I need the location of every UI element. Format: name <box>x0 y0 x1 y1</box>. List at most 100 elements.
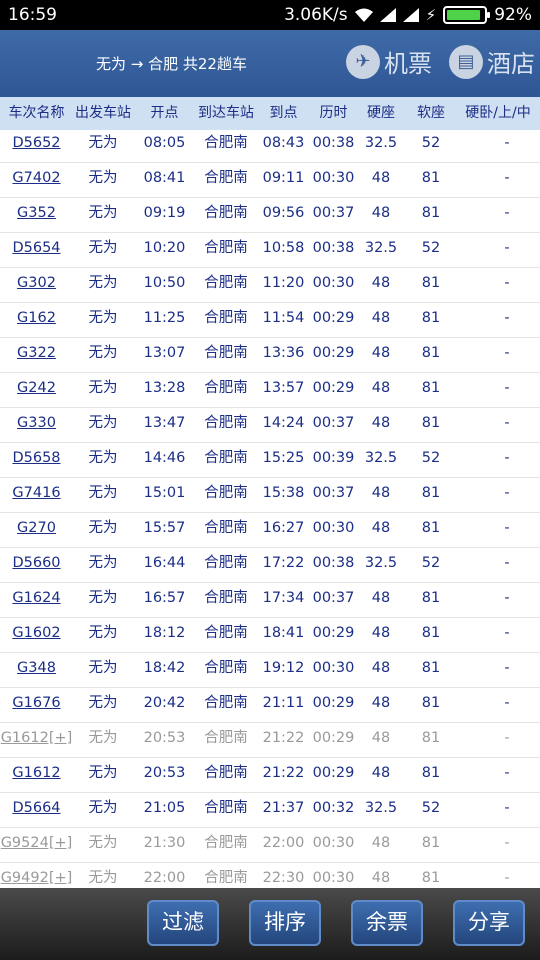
table-row[interactable]: D5654 无为 10:20 合肥南 10:58 00:38 32.5 52 - <box>0 233 540 268</box>
col-train[interactable]: 车次名称 <box>0 97 73 130</box>
cell-hard-sleeper: - <box>504 800 510 816</box>
cell-arr: 21:22 <box>262 765 305 781</box>
cell-dep: 13:07 <box>143 345 186 361</box>
cell-train[interactable]: G162 <box>0 303 73 337</box>
cell-train[interactable]: G302 <box>0 268 73 302</box>
cell-soft-seat: 81 <box>421 765 441 781</box>
col-to[interactable]: 到达车站 <box>196 97 256 130</box>
cell-train[interactable]: G1676 <box>0 688 73 722</box>
col-arr[interactable]: 到点 <box>256 97 311 130</box>
cell-train[interactable]: D5658 <box>0 443 73 477</box>
cell-train[interactable]: G330 <box>0 408 73 442</box>
table-row[interactable]: G1676 无为 20:42 合肥南 21:11 00:29 48 81 - <box>0 688 540 723</box>
cell-to: 合肥南 <box>204 135 248 151</box>
cell-hard-sleeper: - <box>504 730 510 746</box>
hotel-button[interactable]: ▤ 酒店 <box>449 44 535 79</box>
cell-dur: 00:37 <box>312 485 355 501</box>
table-row[interactable]: D5664 无为 21:05 合肥南 21:37 00:32 32.5 52 - <box>0 793 540 828</box>
cell-dep: 09:19 <box>143 205 186 221</box>
table-row[interactable]: G348 无为 18:42 合肥南 19:12 00:30 48 81 - <box>0 653 540 688</box>
col-dur[interactable]: 历时 <box>311 97 356 130</box>
cell-train[interactable]: G1612 <box>0 758 73 792</box>
share-button[interactable]: 分享 <box>453 900 525 946</box>
cell-to: 合肥南 <box>204 240 248 256</box>
table-row[interactable]: G1602 无为 18:12 合肥南 18:41 00:29 48 81 - <box>0 618 540 653</box>
table-row[interactable]: G7416 无为 15:01 合肥南 15:38 00:37 48 81 - <box>0 478 540 513</box>
col-soft-seat[interactable]: 软座 <box>406 97 456 130</box>
cell-arr: 11:20 <box>262 275 305 291</box>
cell-arr: 15:25 <box>262 450 305 466</box>
cell-hard-sleeper: - <box>504 310 510 326</box>
table-row[interactable]: D5658 无为 14:46 合肥南 15:25 00:39 32.5 52 - <box>0 443 540 478</box>
table-row[interactable]: G162 无为 11:25 合肥南 11:54 00:29 48 81 - <box>0 303 540 338</box>
sort-button[interactable]: 排序 <box>249 900 321 946</box>
table-row[interactable]: G7402 无为 08:41 合肥南 09:11 00:30 48 81 - <box>0 163 540 198</box>
cell-dur: 00:38 <box>312 135 355 151</box>
col-from[interactable]: 出发车站 <box>73 97 133 130</box>
cell-train[interactable]: D5664 <box>0 793 73 827</box>
cell-train[interactable]: G270 <box>0 513 73 547</box>
col-dep[interactable]: 开点 <box>133 97 196 130</box>
cell-train[interactable]: G7416 <box>0 478 73 512</box>
cell-hard-seat: 48 <box>371 485 391 501</box>
cell-soft-seat: 81 <box>421 590 441 606</box>
flight-ticket-button[interactable]: ✈ 机票 <box>346 44 432 79</box>
cell-from: 无为 <box>88 730 118 746</box>
cell-hard-seat: 48 <box>371 520 391 536</box>
col-hard-seat[interactable]: 硬座 <box>356 97 406 130</box>
cell-train[interactable]: G9492[+] <box>0 863 73 888</box>
table-row[interactable]: D5652 无为 08:05 合肥南 08:43 00:38 32.5 52 - <box>0 128 540 163</box>
table-row[interactable]: G302 无为 10:50 合肥南 11:20 00:30 48 81 - <box>0 268 540 303</box>
cell-train[interactable]: D5660 <box>0 548 73 582</box>
table-row[interactable]: G270 无为 15:57 合肥南 16:27 00:30 48 81 - <box>0 513 540 548</box>
table-row[interactable]: G9492[+] 无为 22:00 合肥南 22:30 00:30 48 81 - <box>0 863 540 888</box>
cell-arr: 13:57 <box>262 380 305 396</box>
cell-arr: 14:24 <box>262 415 305 431</box>
cell-train[interactable]: G1624 <box>0 583 73 617</box>
cell-train[interactable]: D5652 <box>0 128 73 162</box>
cell-soft-seat: 81 <box>421 275 441 291</box>
cell-train[interactable]: G9524[+] <box>0 828 73 862</box>
cell-dur: 00:32 <box>312 800 355 816</box>
cell-hard-seat: 48 <box>371 765 391 781</box>
cell-train[interactable]: G242 <box>0 373 73 407</box>
table-row[interactable]: G352 无为 09:19 合肥南 09:56 00:37 48 81 - <box>0 198 540 233</box>
cell-dur: 00:30 <box>312 520 355 536</box>
cell-arr: 16:27 <box>262 520 305 536</box>
cell-dep: 10:20 <box>143 240 186 256</box>
cell-dep: 21:30 <box>143 835 186 851</box>
table-row[interactable]: G1612[+] 无为 20:53 合肥南 21:22 00:29 48 81 - <box>0 723 540 758</box>
cell-dur: 00:30 <box>312 275 355 291</box>
table-row[interactable]: G330 无为 13:47 合肥南 14:24 00:37 48 81 - <box>0 408 540 443</box>
table-row[interactable]: D5660 无为 16:44 合肥南 17:22 00:38 32.5 52 - <box>0 548 540 583</box>
table-row[interactable]: G9524[+] 无为 21:30 合肥南 22:00 00:30 48 81 - <box>0 828 540 863</box>
cell-to: 合肥南 <box>204 380 248 396</box>
filter-button[interactable]: 过滤 <box>147 900 219 946</box>
battery-fill <box>447 10 481 20</box>
cell-train[interactable]: G322 <box>0 338 73 372</box>
cell-train[interactable]: D5654 <box>0 233 73 267</box>
cell-to: 合肥南 <box>204 800 248 816</box>
cell-to: 合肥南 <box>204 625 248 641</box>
cell-soft-seat: 52 <box>421 555 441 571</box>
cell-hard-sleeper: - <box>504 835 510 851</box>
remaining-tickets-button[interactable]: 余票 <box>351 900 423 946</box>
table-row[interactable]: G1624 无为 16:57 合肥南 17:34 00:37 48 81 - <box>0 583 540 618</box>
cell-dur: 00:30 <box>312 835 355 851</box>
cell-train[interactable]: G352 <box>0 198 73 232</box>
cell-train[interactable]: G1602 <box>0 618 73 652</box>
train-table[interactable]: D5652 无为 08:05 合肥南 08:43 00:38 32.5 52 - G7402 无为 0… <box>0 128 540 888</box>
signal-icon <box>402 8 419 22</box>
cell-dep: 14:46 <box>143 450 186 466</box>
cell-to: 合肥南 <box>204 275 248 291</box>
cell-train[interactable]: G348 <box>0 653 73 687</box>
cell-train[interactable]: G1612[+] <box>0 723 73 757</box>
cell-train[interactable]: G7402 <box>0 163 73 197</box>
cell-to: 合肥南 <box>204 170 248 186</box>
table-row[interactable]: G242 无为 13:28 合肥南 13:57 00:29 48 81 - <box>0 373 540 408</box>
cell-dep: 15:57 <box>143 520 186 536</box>
table-row[interactable]: G1612 无为 20:53 合肥南 21:22 00:29 48 81 - <box>0 758 540 793</box>
cell-hard-sleeper: - <box>504 485 510 501</box>
table-row[interactable]: G322 无为 13:07 合肥南 13:36 00:29 48 81 - <box>0 338 540 373</box>
col-hard-sleeper[interactable]: 硬卧/上/中 <box>456 97 540 130</box>
